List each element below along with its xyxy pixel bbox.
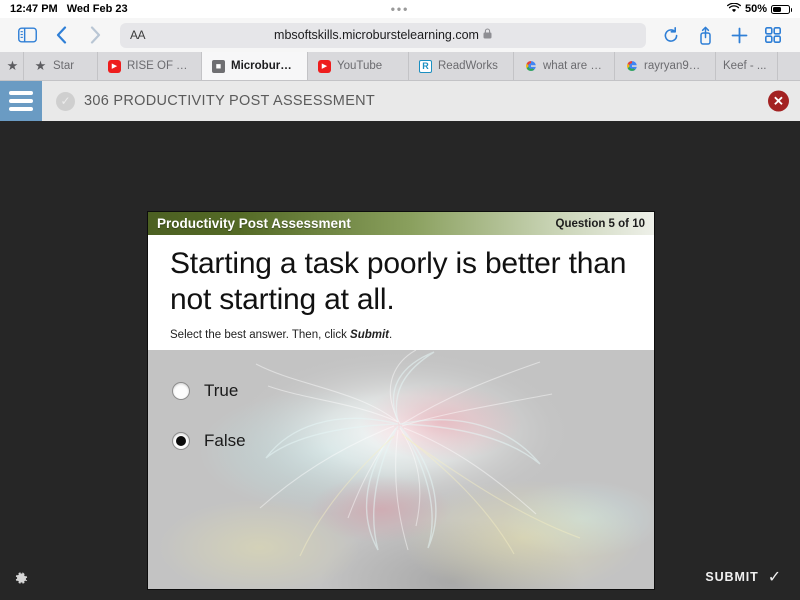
slide-banner: Productivity Post Assessment Question 5 … — [148, 212, 654, 235]
submit-label: SUBMIT — [705, 570, 759, 584]
browser-tab[interactable]: R ReadWorks — [409, 52, 514, 80]
quiz-slide: Productivity Post Assessment Question 5 … — [148, 212, 654, 589]
star-icon: ★ — [6, 58, 19, 73]
plus-icon[interactable] — [722, 20, 756, 50]
answer-options: True False — [148, 350, 654, 466]
grid-icon[interactable] — [756, 20, 790, 50]
browser-tab[interactable]: rayryan90 - ... — [615, 52, 716, 80]
tab-label: Microburst L... — [231, 60, 297, 72]
browser-tab[interactable]: ▶ RISE OF THE... — [98, 52, 202, 80]
lock-icon — [483, 28, 492, 42]
question-counter: Question 5 of 10 — [555, 217, 645, 230]
tab-label: what are so... — [543, 60, 604, 72]
battery-icon — [771, 4, 792, 14]
tab-label: ReadWorks — [438, 60, 498, 72]
youtube-icon: ▶ — [108, 59, 121, 73]
course-header: ✓ 306 PRODUCTIVITY POST ASSESSMENT ✕ — [0, 81, 800, 121]
instruction-prefix: Select the best answer. Then, click — [170, 329, 351, 341]
question-block: Starting a task poorly is better than no… — [148, 235, 654, 350]
browser-tab[interactable]: ★ — [0, 52, 24, 80]
status-center-indicator: ••• — [390, 2, 410, 16]
option-row-false[interactable]: False — [172, 416, 654, 466]
slide-banner-title: Productivity Post Assessment — [157, 216, 351, 231]
google-icon — [524, 60, 537, 73]
instruction-text: Select the best answer. Then, click Subm… — [170, 329, 632, 341]
tab-label: rayryan90 - ... — [644, 60, 705, 72]
close-icon[interactable]: ✕ — [768, 90, 789, 112]
share-icon[interactable] — [688, 20, 722, 50]
browser-tab[interactable] — [778, 52, 800, 80]
instruction-emphasis: Submit — [350, 329, 390, 341]
submit-button[interactable]: SUBMIT ✓ — [705, 567, 782, 587]
option-label-true: True — [204, 381, 239, 400]
question-text: Starting a task poorly is better than no… — [170, 247, 627, 316]
hamburger-icon[interactable] — [0, 81, 42, 121]
microburst-icon: ■ — [212, 59, 225, 73]
sidebar-icon[interactable] — [10, 20, 44, 50]
star-icon: ★ — [34, 58, 47, 73]
reload-icon[interactable] — [654, 20, 688, 50]
tab-label: Keef - ... — [723, 60, 767, 72]
page-title: 306 PRODUCTIVITY POST ASSESSMENT — [84, 93, 376, 109]
readworks-icon: R — [419, 59, 432, 73]
browser-tab[interactable]: Keef - ... — [716, 52, 778, 80]
answer-area: True False — [148, 350, 654, 589]
chevron-left-icon[interactable] — [44, 20, 78, 50]
browser-tab-active[interactable]: ■ Microburst L... — [202, 52, 308, 80]
option-label-false: False — [204, 431, 246, 450]
tab-label: RISE OF THE... — [127, 60, 191, 72]
url-text: mbsoftskills.microburstelearning.com — [274, 28, 479, 42]
tab-strip: ★ ★ Star ▶ RISE OF THE... ■ Microburst L… — [0, 52, 800, 81]
radio-button-false[interactable] — [172, 432, 190, 450]
ios-status-bar: 12:47 PM Wed Feb 23 ••• 50% — [0, 0, 800, 18]
player-stage: Productivity Post Assessment Question 5 … — [0, 121, 800, 600]
chevron-right-icon[interactable] — [78, 20, 112, 50]
tab-label: YouTube — [337, 60, 383, 72]
check-icon: ✓ — [767, 569, 782, 586]
browser-tab[interactable]: ★ Star — [24, 52, 98, 80]
option-row-true[interactable]: True — [172, 366, 654, 416]
gear-icon[interactable] — [13, 571, 29, 587]
address-bar[interactable]: AA mbsoftskills.microburstelearning.com — [120, 22, 646, 48]
tab-label: Star — [53, 60, 75, 72]
url-display: mbsoftskills.microburstelearning.com — [120, 28, 646, 42]
google-icon — [625, 60, 638, 73]
safari-toolbar: AA mbsoftskills.microburstelearning.com — [0, 18, 800, 52]
browser-tab[interactable]: what are so... — [514, 52, 615, 80]
youtube-icon: ▶ — [318, 59, 331, 73]
radio-button-true[interactable] — [172, 382, 190, 400]
browser-tab[interactable]: ▶ YouTube — [308, 52, 409, 80]
check-circle-icon: ✓ — [56, 91, 75, 111]
instruction-suffix: . — [389, 329, 393, 341]
